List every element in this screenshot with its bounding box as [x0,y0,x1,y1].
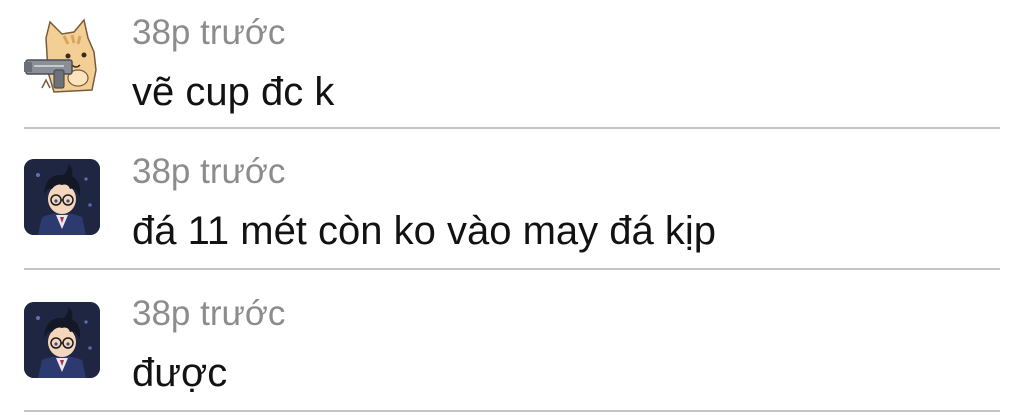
comment-text: được [132,351,228,395]
comment-timestamp: 38p trước [132,13,286,52]
comment-text: đá 11 mét còn ko vào may đá kịp [132,209,717,253]
comment-item[interactable]: 38p trước vẽ cup đc k [0,0,1024,130]
comment-timestamp: 38p trước [132,152,286,191]
cat-with-gun-avatar-icon[interactable] [24,18,100,94]
comment-text: vẽ cup đc k [132,70,335,114]
comment-timestamp: 38p trước [132,294,286,333]
divider [24,127,1000,129]
anime-boy-icon [24,302,100,378]
cat-with-gun-icon [24,18,97,93]
anime-boy-avatar-icon[interactable] [24,159,100,235]
divider [24,410,1000,412]
anime-boy-icon [24,159,100,235]
comment-item[interactable]: 38p trước đá 11 mét còn ko vào may đá kị… [0,130,1024,270]
anime-boy-avatar-icon[interactable] [24,302,100,378]
comment-item[interactable]: 38p trước được [0,270,1024,412]
